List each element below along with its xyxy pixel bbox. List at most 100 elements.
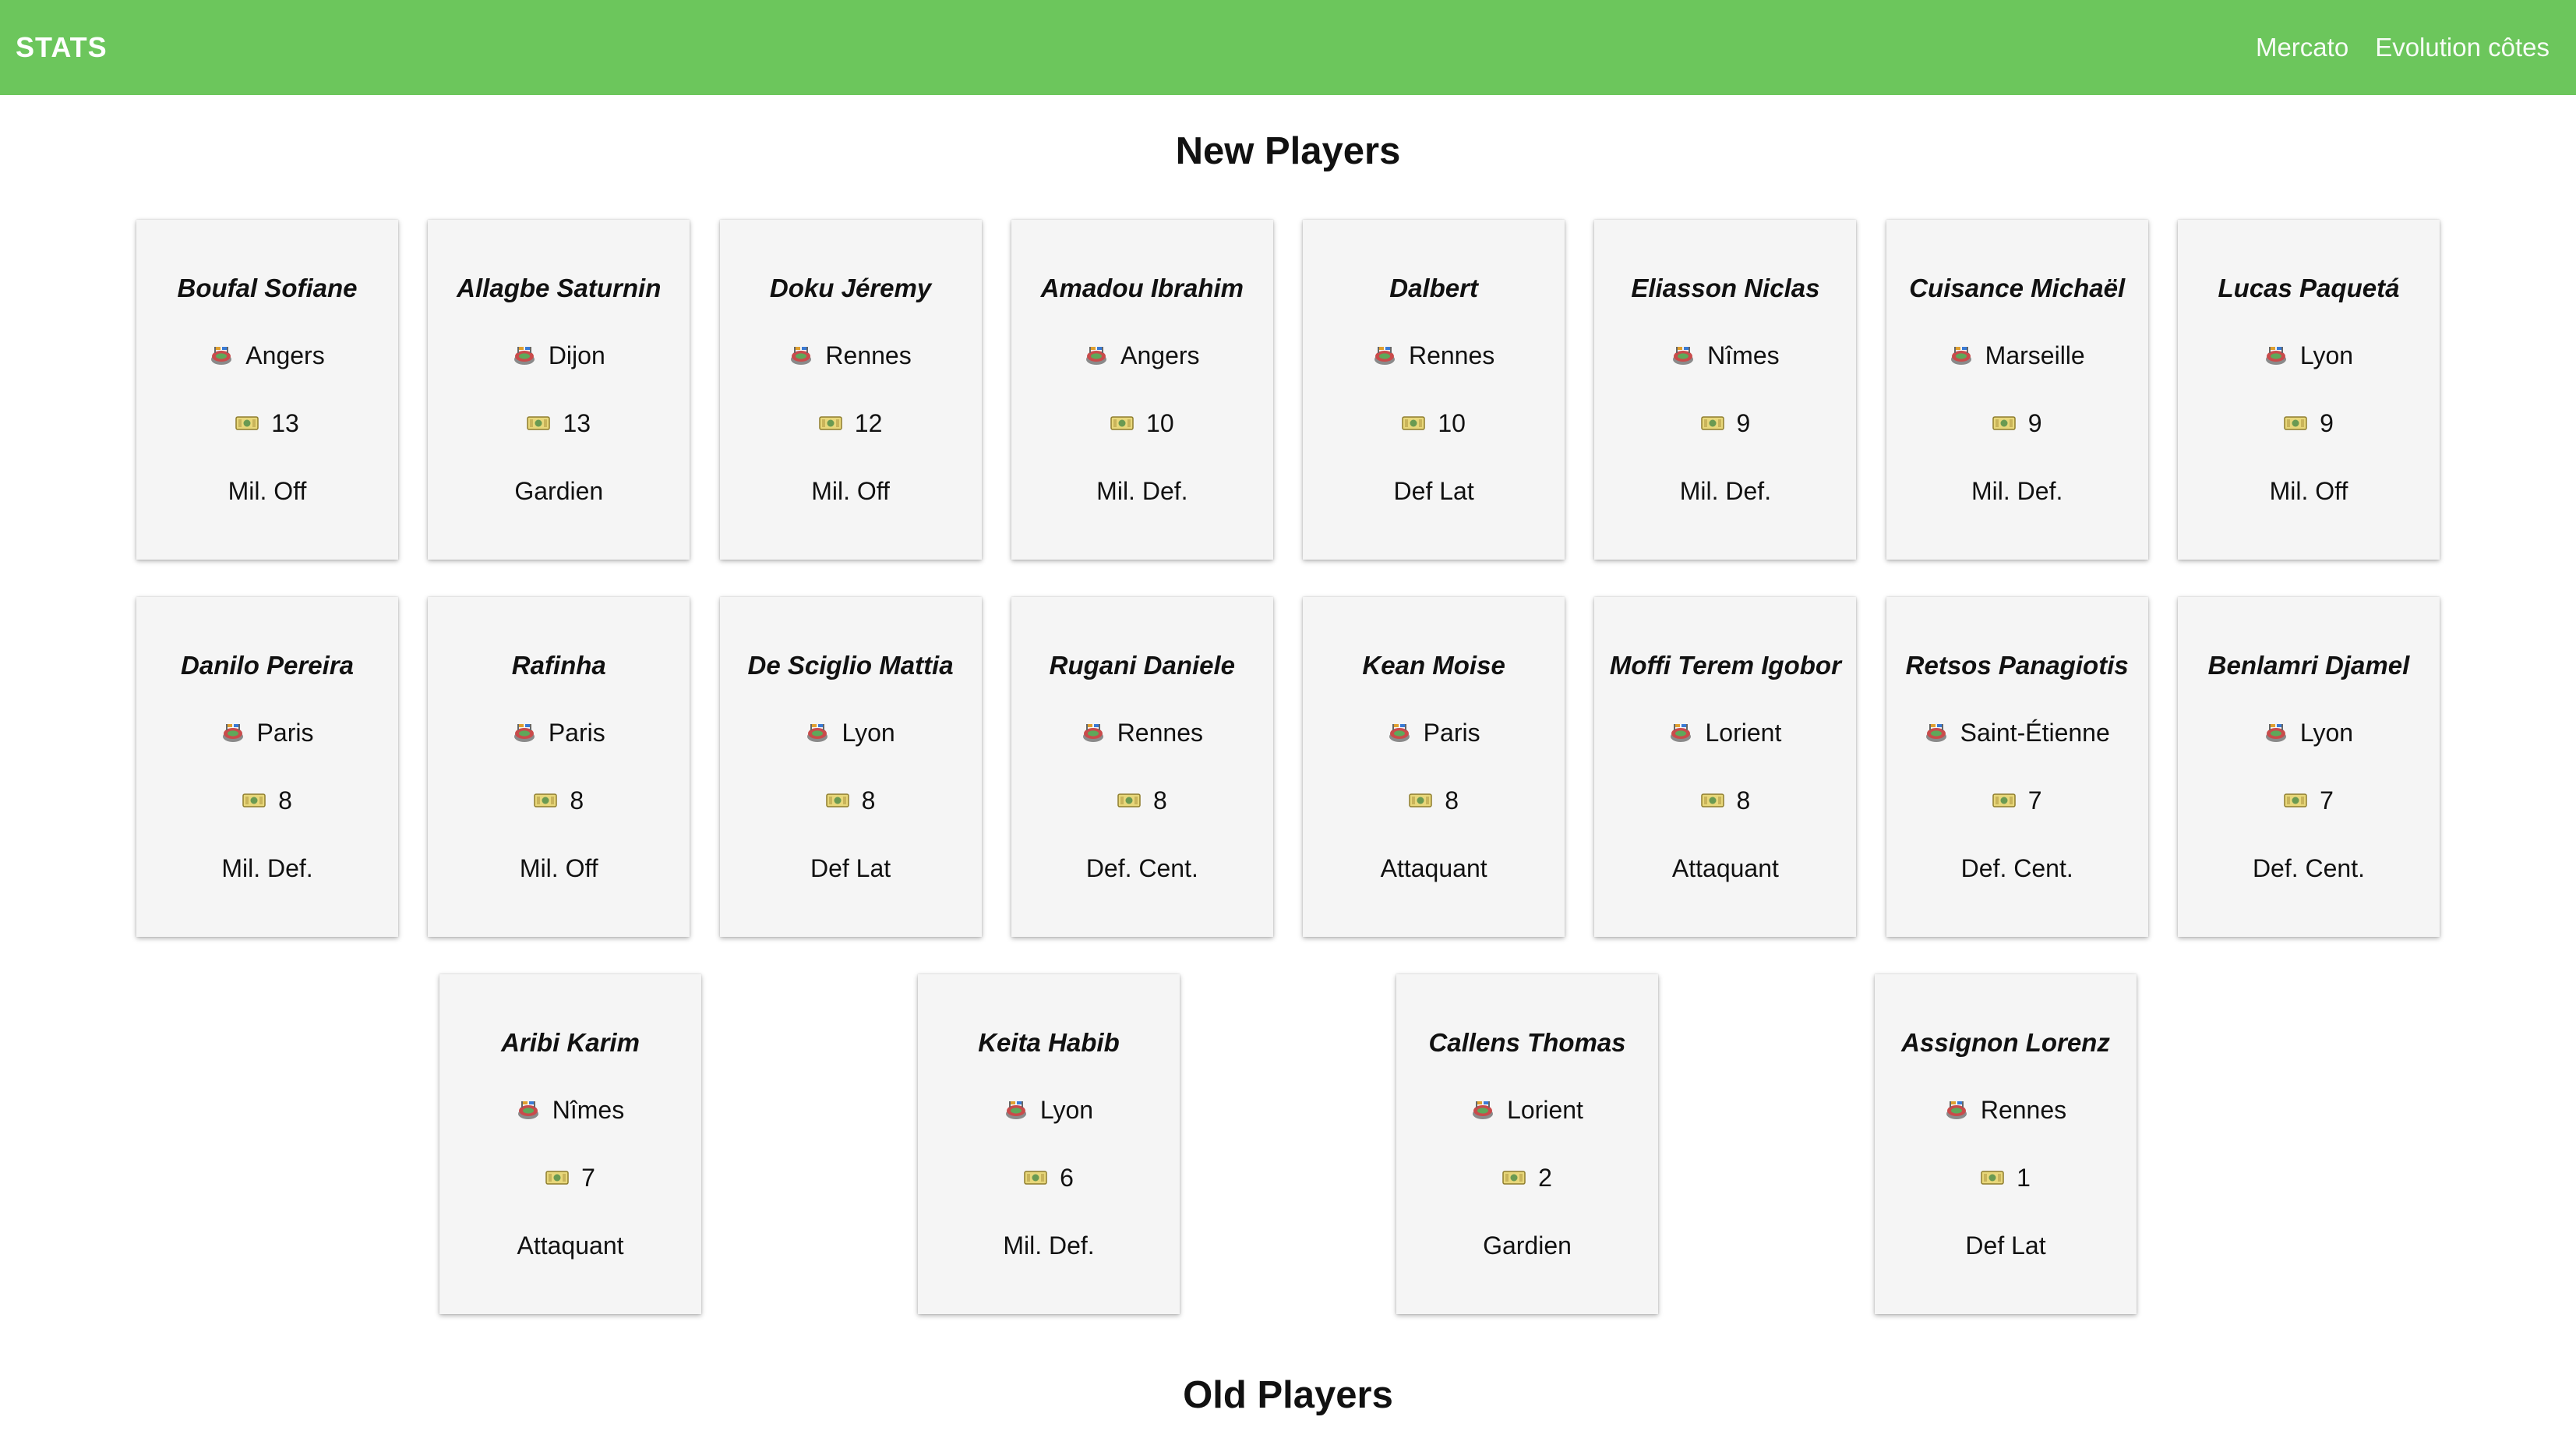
banknote-icon <box>527 412 551 435</box>
player-club-label: Lyon <box>1039 1096 1094 1124</box>
player-price-value: 8 <box>861 786 876 814</box>
player-card[interactable]: Cuisance Michaël Marseille 9 Mil. Def. <box>1886 220 2148 560</box>
player-price: 9 <box>1992 408 2042 439</box>
player-card[interactable]: Callens Thomas Lorient 2 Gardien <box>1396 974 1658 1314</box>
player-name: Rafinha <box>511 651 606 680</box>
player-price-value: 7 <box>2320 786 2334 814</box>
player-card[interactable]: Dalbert Rennes 10 Def Lat <box>1303 220 1565 560</box>
player-card[interactable]: Doku Jéremy Rennes 12 Mil. Off <box>719 220 982 560</box>
player-club-label: Angers <box>245 341 325 369</box>
player-name: Benlamri Djamel <box>2207 651 2410 680</box>
stadium-icon <box>2264 344 2288 367</box>
player-price: 7 <box>1992 785 2042 816</box>
player-club: Nîmes <box>517 1094 624 1125</box>
player-card[interactable]: Assignon Lorenz Rennes 1 Def Lat <box>1875 974 2137 1314</box>
player-card[interactable]: Aribi Karim Nîmes 7 Attaquant <box>439 974 701 1314</box>
banknote-icon <box>1992 412 2016 435</box>
player-name: Boufal Sofiane <box>177 274 358 302</box>
old-players-heading: Old Players <box>1183 1374 1393 1416</box>
player-club-label: Nîmes <box>552 1096 625 1124</box>
banknote-icon <box>1117 789 1141 812</box>
banknote-icon <box>2284 789 2307 812</box>
player-club-label: Nîmes <box>1707 341 1780 369</box>
player-card[interactable]: Rugani Daniele Rennes 8 Def. Cent. <box>1011 597 1273 937</box>
banknote-icon <box>242 789 266 812</box>
player-card[interactable]: De Sciglio Mattia Lyon 8 Def Lat <box>719 597 982 937</box>
banknote-icon <box>545 1166 569 1189</box>
player-club-label: Rennes <box>1117 719 1203 747</box>
stadium-icon <box>1669 721 1692 744</box>
player-club: Rennes <box>1082 717 1203 748</box>
player-name: Aribi Karim <box>501 1028 640 1057</box>
player-club: Lorient <box>1669 717 1781 748</box>
player-price: 13 <box>235 408 299 439</box>
player-card[interactable]: Amadou Ibrahim Angers 10 Mil. Def. <box>1011 220 1273 560</box>
nav-link-mercato[interactable]: Mercato <box>2256 33 2348 62</box>
player-club: Nîmes <box>1671 340 1780 371</box>
player-club-label: Rennes <box>825 341 912 369</box>
stadium-icon <box>513 344 536 367</box>
player-position: Def Lat <box>1965 1231 2046 1260</box>
player-price: 7 <box>2284 785 2334 816</box>
player-name: Doku Jéremy <box>769 274 932 302</box>
player-price: 1 <box>1981 1162 2031 1193</box>
player-price-value: 10 <box>1438 409 1466 437</box>
stadium-icon <box>806 721 829 744</box>
banknote-icon <box>1700 789 1724 812</box>
stadium-icon <box>513 721 536 744</box>
player-price-value: 8 <box>278 786 292 814</box>
banknote-icon <box>235 412 259 435</box>
player-card[interactable]: Boufal Sofiane Angers 13 Mil. Off <box>136 220 398 560</box>
player-price: 6 <box>1024 1162 1074 1193</box>
player-row: Boufal Sofiane Angers 13 Mil. Off Allagb… <box>136 220 2440 560</box>
player-price: 2 <box>1502 1162 1552 1193</box>
brand-link[interactable]: STATS <box>16 31 108 64</box>
player-card[interactable]: Keita Habib Lyon 6 Mil. Def. <box>918 974 1180 1314</box>
player-club: Paris <box>221 717 313 748</box>
stadium-icon <box>1925 721 1948 744</box>
nav-link-evolution-cotes[interactable]: Evolution côtes <box>2375 33 2550 62</box>
player-position: Mil. Def. <box>1003 1231 1095 1260</box>
player-position: Mil. Off <box>519 854 598 882</box>
player-card[interactable]: Danilo Pereira Paris 8 Mil. Def. <box>136 597 398 937</box>
player-club: Paris <box>513 717 605 748</box>
new-players-heading: New Players <box>1175 130 1401 172</box>
player-price: 12 <box>819 408 882 439</box>
player-card[interactable]: Kean Moise Paris 8 Attaquant <box>1303 597 1565 937</box>
player-card[interactable]: Moffi Terem Igobor Lorient 8 Attaquant <box>1594 597 1857 937</box>
banknote-icon <box>1992 789 2016 812</box>
player-position: Def. Cent. <box>2252 854 2365 882</box>
player-club-label: Lyon <box>842 719 895 747</box>
banknote-icon <box>1402 412 1426 435</box>
player-price: 9 <box>1700 408 1750 439</box>
stadium-icon <box>1085 344 1108 367</box>
player-price: 8 <box>1700 785 1750 816</box>
player-price-value: 13 <box>563 409 591 437</box>
player-price: 9 <box>2284 408 2334 439</box>
player-club: Rennes <box>789 340 912 371</box>
player-price-value: 6 <box>1060 1164 1074 1192</box>
banknote-icon <box>825 789 849 812</box>
player-position: Mil. Off <box>811 477 890 505</box>
player-club-label: Rennes <box>1980 1096 2067 1124</box>
player-name: Retsos Panagiotis <box>1905 651 2129 680</box>
player-name: Moffi Terem Igobor <box>1609 651 1841 680</box>
player-card[interactable]: Eliasson Niclas Nîmes 9 Mil. Def. <box>1594 220 1857 560</box>
banknote-icon <box>1110 412 1134 435</box>
player-position: Attaquant <box>1380 854 1487 882</box>
player-card[interactable]: Benlamri Djamel Lyon 7 Def. Cent. <box>2177 597 2440 937</box>
stadium-icon <box>210 344 233 367</box>
player-card[interactable]: Rafinha Paris 8 Mil. Off <box>428 597 690 937</box>
stadium-icon <box>1945 1098 1968 1122</box>
stadium-icon <box>2264 721 2288 744</box>
player-club: Marseille <box>1950 340 2085 371</box>
player-card[interactable]: Allagbe Saturnin Dijon 13 Gardien <box>428 220 690 560</box>
player-position: Def Lat <box>810 854 891 882</box>
player-card[interactable]: Lucas Paquetá Lyon 9 Mil. Off <box>2177 220 2440 560</box>
player-price-value: 8 <box>570 786 584 814</box>
top-navbar: STATS Mercato Evolution côtes <box>0 0 2576 95</box>
player-position: Attaquant <box>517 1231 624 1260</box>
player-club: Saint-Étienne <box>1925 717 2110 748</box>
player-card[interactable]: Retsos Panagiotis Saint-Étienne 7 Def. C… <box>1886 597 2148 937</box>
player-name: Dalbert <box>1389 274 1478 302</box>
